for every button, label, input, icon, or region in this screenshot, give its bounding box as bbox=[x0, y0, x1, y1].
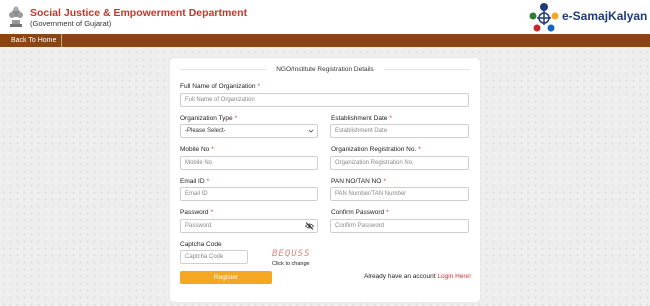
back-to-home-link[interactable]: Back To Home bbox=[0, 34, 63, 47]
register-button[interactable]: Register bbox=[180, 271, 272, 284]
main-navbar: Back To Home bbox=[0, 34, 650, 47]
pan-label: PAN NO/TAN NO * bbox=[331, 178, 386, 185]
org-name-label: Full Name of Organization * bbox=[180, 83, 261, 90]
e-samajkalyan-logo-icon bbox=[529, 3, 559, 32]
captcha-label: Captcha Code bbox=[180, 241, 222, 248]
brand-name: e-SamajKalyan bbox=[562, 9, 648, 23]
est-date-input[interactable]: Establishment Date bbox=[330, 124, 469, 138]
email-input[interactable]: Email ID bbox=[180, 187, 318, 201]
department-title: Social Justice & Empowerment Department bbox=[30, 7, 248, 19]
reg-no-label: Organization Registration No. * bbox=[331, 146, 421, 153]
form-title: NGO/Institute Registration Details bbox=[276, 66, 374, 73]
captcha-input[interactable]: Captcha Code bbox=[180, 250, 248, 264]
reg-no-input[interactable]: Organization Registration No. bbox=[330, 156, 469, 170]
email-label: Email ID * bbox=[180, 178, 210, 185]
password-input[interactable]: Password bbox=[180, 219, 318, 233]
government-subtitle: (Government of Gujarat) bbox=[30, 19, 112, 28]
captcha-refresh-link[interactable]: Click to change bbox=[272, 261, 310, 267]
password-label: Password * bbox=[180, 209, 214, 216]
login-prompt: Already have an account Login Here! bbox=[364, 273, 471, 280]
org-type-select[interactable]: -Please Select- bbox=[180, 124, 318, 138]
registration-card: NGO/Institute Registration Details Full … bbox=[170, 58, 480, 302]
login-link[interactable]: Login Here! bbox=[437, 273, 471, 280]
org-type-label: Organization Type * bbox=[180, 115, 238, 122]
pan-input[interactable]: PAN Number/TAN Number bbox=[330, 187, 469, 201]
org-name-input[interactable]: Full Name of Organization bbox=[180, 93, 469, 107]
eye-slash-icon[interactable] bbox=[305, 222, 314, 230]
confirm-password-input[interactable]: Confirm Password bbox=[330, 219, 469, 233]
chevron-down-icon bbox=[308, 129, 314, 133]
state-emblem-icon bbox=[9, 6, 23, 27]
est-date-label: Establishment Date * bbox=[331, 115, 392, 122]
site-header: Social Justice & Empowerment Department … bbox=[0, 0, 650, 34]
mobile-input[interactable]: Mobile No bbox=[180, 156, 318, 170]
mobile-label: Mobile No * bbox=[180, 146, 214, 153]
confirm-password-label: Confirm Password * bbox=[331, 209, 389, 216]
captcha-image: BEQUSS bbox=[272, 249, 311, 259]
